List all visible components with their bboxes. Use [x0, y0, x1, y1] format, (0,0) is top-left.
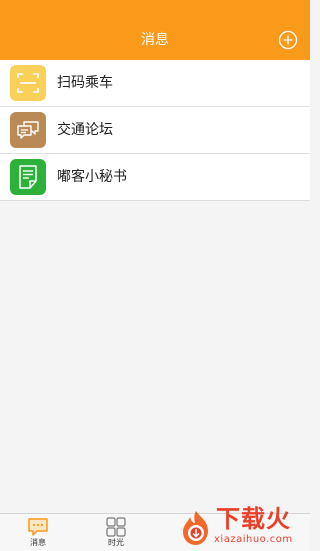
- watermark-text: 下载火: [216, 505, 291, 533]
- plus-circle-icon: [278, 30, 298, 50]
- header-bar: 消息: [0, 0, 310, 60]
- tab-label: 消息: [30, 538, 46, 547]
- page-title: 消息: [141, 32, 169, 48]
- app-screen: 消息 扫码乘车 交通论坛 嘟客小秘书 消息 时光 下载火 xiazaihuo.c…: [0, 0, 310, 551]
- tab-time[interactable]: 时光: [96, 517, 136, 551]
- list-item-label: 嘟客小秘书: [57, 169, 127, 185]
- document-icon: [10, 159, 46, 195]
- list-item-scan-ride[interactable]: 扫码乘车: [0, 60, 310, 107]
- watermark-url: xiazaihuo.com: [214, 534, 293, 545]
- list-item-label: 交通论坛: [57, 122, 113, 138]
- fire-logo-icon: [183, 511, 208, 545]
- scan-qr-icon: [10, 65, 46, 101]
- message-icon: [28, 518, 48, 536]
- grid-icon: [106, 517, 126, 537]
- list-item-label: 扫码乘车: [57, 75, 113, 91]
- chat-bubbles-icon: [10, 112, 46, 148]
- list-item-secretary[interactable]: 嘟客小秘书: [0, 154, 310, 201]
- tab-label: 时光: [108, 538, 124, 547]
- tab-messages[interactable]: 消息: [18, 517, 58, 551]
- watermark: 下载火 xiazaihuo.com: [178, 505, 306, 549]
- add-button[interactable]: [278, 30, 298, 50]
- list-item-traffic-forum[interactable]: 交通论坛: [0, 107, 310, 154]
- message-list: 扫码乘车 交通论坛 嘟客小秘书: [0, 60, 310, 201]
